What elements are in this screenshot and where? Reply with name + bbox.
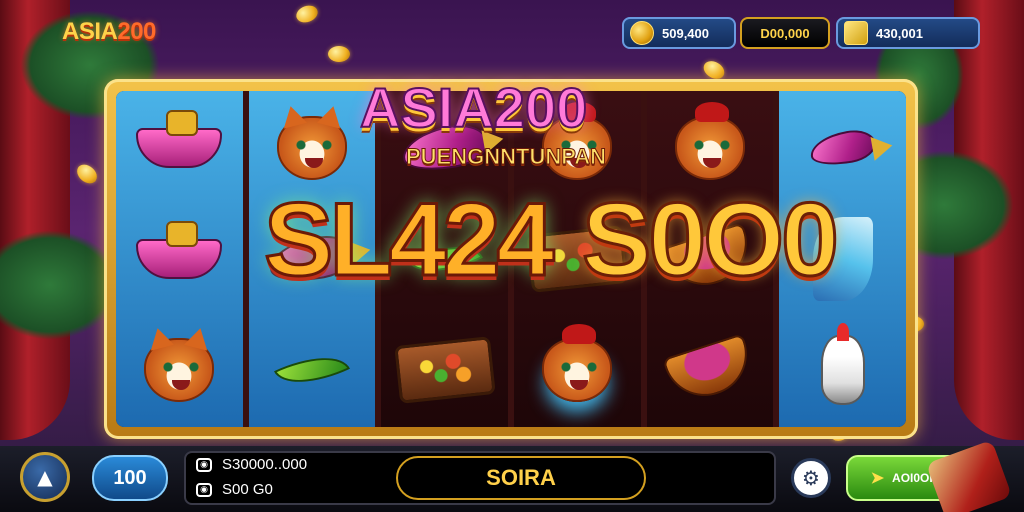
coin-icon xyxy=(328,46,350,62)
bet-button[interactable]: 100 xyxy=(92,455,168,501)
reel-cell xyxy=(651,316,770,423)
fox-eyes xyxy=(294,140,333,151)
reel-1 xyxy=(116,91,243,427)
settings-button[interactable]: ⚙ xyxy=(791,458,831,498)
gear-icon: ⚙ xyxy=(802,466,820,490)
fox-mouth xyxy=(172,379,191,390)
reel-cell xyxy=(120,95,239,202)
bowl-icon xyxy=(662,332,758,407)
coin-icon xyxy=(73,160,101,188)
gold-balance-value: 430,001 xyxy=(876,25,923,41)
logo-number: 200 xyxy=(117,18,156,45)
coin-balance[interactable]: 509,400 xyxy=(622,17,736,49)
reel-cell xyxy=(783,316,902,423)
game-logo: ASIA200 xyxy=(62,18,156,46)
boat-icon xyxy=(136,220,223,279)
coin-icon xyxy=(293,2,321,26)
reel-cell xyxy=(518,316,637,423)
credit-balance-value: D00,000 xyxy=(760,25,810,41)
reel-cell xyxy=(253,316,372,423)
fox-eyes xyxy=(162,361,201,372)
win-text-left: SL424 xyxy=(262,182,555,298)
wolf-head-icon: ▲ xyxy=(37,465,53,489)
info-line-1: ◉ S30000..000 xyxy=(196,456,307,473)
fish-icon xyxy=(807,126,878,170)
game-subtitle: PUENGNNTUNPAN xyxy=(405,144,607,170)
gold-balance[interactable]: 430,001 xyxy=(836,17,980,49)
game-title: ASIA200 xyxy=(359,76,588,139)
fox-eyes xyxy=(560,361,599,372)
lamp-icon xyxy=(820,322,865,405)
info-line-2-value: S00 G0 xyxy=(222,481,273,498)
pointer-icon: ➤ xyxy=(870,470,885,487)
fox-mouth xyxy=(702,158,721,169)
palm-tree-icon xyxy=(0,230,120,340)
coin-icon xyxy=(630,21,654,45)
home-button[interactable]: ▲ xyxy=(20,452,70,502)
fox-mouth xyxy=(304,158,323,169)
leaf-icon xyxy=(273,341,351,399)
spin-button[interactable]: SOIRA xyxy=(396,456,646,500)
logo-text: ASIA xyxy=(62,18,118,45)
gold-bar-icon xyxy=(844,21,868,45)
fox-icon xyxy=(674,102,745,181)
fox-icon xyxy=(276,116,347,181)
game-screen: ASIA200 509,400 D00,000 430,001 ASIA200 … xyxy=(0,0,1024,512)
info-line-2: ◉ S00 G0 xyxy=(196,481,273,498)
credit-balance[interactable]: D00,000 xyxy=(740,17,830,49)
reel-cell xyxy=(385,316,504,423)
fox-icon xyxy=(144,337,215,402)
boat-icon xyxy=(136,110,223,169)
win-text-right: S0O0 xyxy=(581,182,841,298)
info-line-1-value: S30000..000 xyxy=(222,456,308,473)
reel-cell xyxy=(120,316,239,423)
info-icon: ◉ xyxy=(196,482,212,497)
fox-icon xyxy=(542,323,613,402)
fox-eyes xyxy=(692,140,731,151)
fox-mouth xyxy=(570,379,589,390)
info-icon: ◉ xyxy=(196,457,212,472)
tray-icon xyxy=(393,335,496,404)
reel-cell xyxy=(120,206,239,313)
coin-balance-value: 509,400 xyxy=(662,25,709,41)
